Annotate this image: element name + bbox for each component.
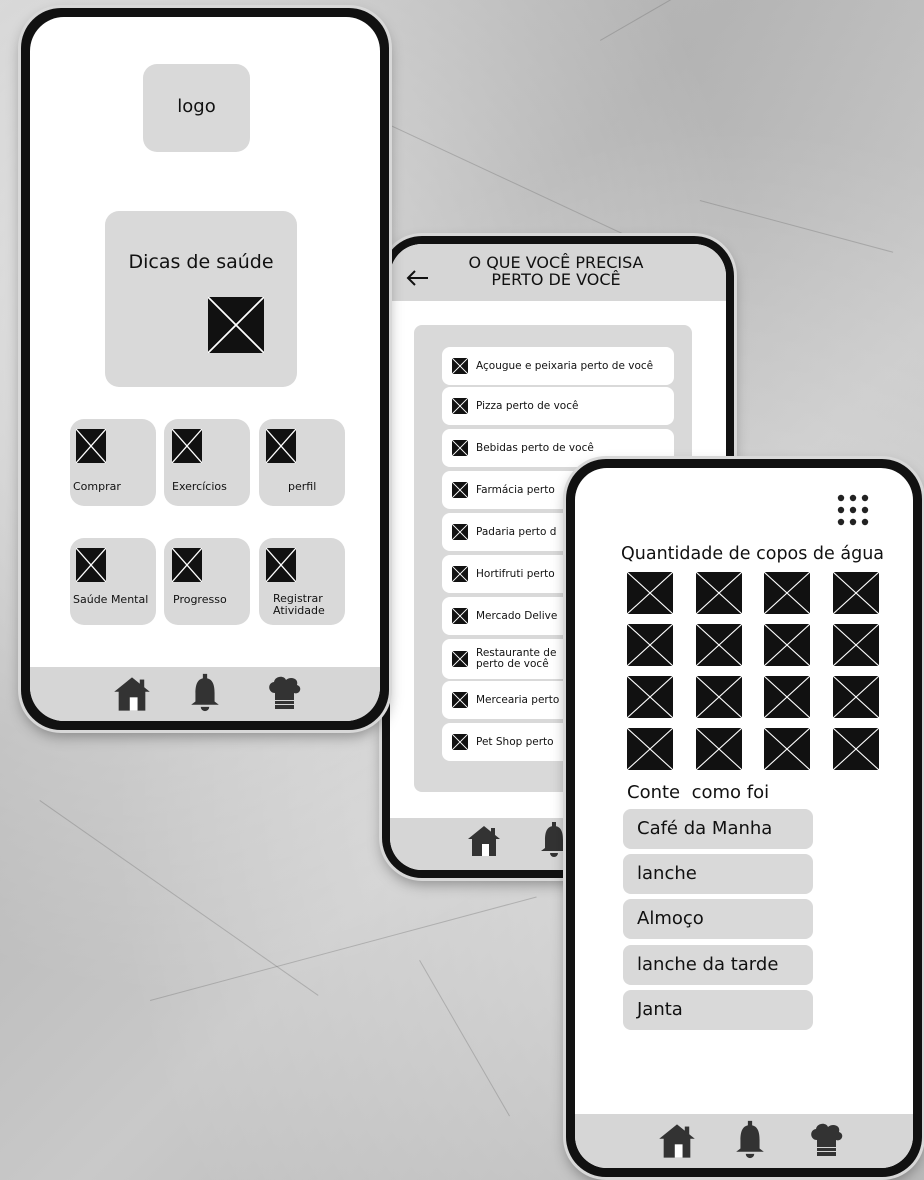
nearby-title: O QUE VOCÊ PRECISA PERTO DE VOCÊ bbox=[446, 254, 666, 288]
water-cup-icon[interactable] bbox=[627, 624, 673, 666]
bell-icon[interactable] bbox=[188, 673, 222, 713]
meal-button-lanche-tarde[interactable]: lanche da tarde bbox=[623, 945, 813, 985]
progress-placeholder-icon bbox=[172, 548, 202, 582]
image-placeholder-icon bbox=[452, 608, 468, 624]
water-cup-icon[interactable] bbox=[832, 676, 879, 718]
water-cup-icon[interactable] bbox=[695, 572, 742, 614]
meal-button-lanche[interactable]: lanche bbox=[623, 854, 813, 894]
image-placeholder-icon bbox=[452, 566, 468, 582]
tips-card-title: Dicas de saúde bbox=[128, 251, 274, 273]
list-item-label: Hortifruti perto bbox=[476, 567, 555, 580]
water-cup-icon[interactable] bbox=[764, 624, 810, 666]
water-screen: Quantidade de copos de água Conte como f… bbox=[575, 468, 913, 1168]
image-placeholder-icon bbox=[452, 440, 468, 456]
image-placeholder-icon bbox=[452, 734, 468, 750]
image-placeholder-icon bbox=[452, 692, 468, 708]
bell-icon[interactable] bbox=[733, 1120, 767, 1160]
list-item-label: Farmácia perto bbox=[476, 483, 555, 496]
image-placeholder-icon bbox=[452, 398, 468, 414]
tile-label: Registrar Atividade bbox=[273, 592, 325, 617]
tile-perfil[interactable]: perfil bbox=[259, 419, 345, 506]
tile-label: Comprar bbox=[73, 480, 121, 493]
tile-label: Progresso bbox=[173, 593, 227, 606]
bottom-nav bbox=[575, 1114, 913, 1168]
mental-health-placeholder-icon bbox=[76, 548, 106, 582]
water-cup-icon[interactable] bbox=[764, 676, 810, 718]
home-icon[interactable] bbox=[466, 824, 502, 858]
bottom-nav bbox=[30, 667, 380, 721]
home-screen: logo Dicas de saúde Comprar Exercícios p… bbox=[30, 17, 380, 721]
list-item[interactable]: Pizza perto de você bbox=[442, 387, 674, 425]
home-icon[interactable] bbox=[112, 675, 152, 713]
tile-saude-mental[interactable]: Saúde Mental bbox=[70, 538, 156, 625]
meal-button-almoco[interactable]: Almoço bbox=[623, 899, 813, 939]
image-placeholder-icon bbox=[208, 297, 264, 353]
tips-card[interactable]: Dicas de saúde bbox=[105, 211, 297, 387]
activity-placeholder-icon bbox=[266, 548, 296, 582]
profile-placeholder-icon bbox=[266, 429, 296, 463]
back-icon[interactable] bbox=[404, 268, 430, 288]
water-cup-icon[interactable] bbox=[695, 676, 742, 718]
chef-hat-icon[interactable] bbox=[807, 1122, 845, 1158]
image-placeholder-icon bbox=[452, 358, 468, 374]
tile-registrar-atividade[interactable]: Registrar Atividade bbox=[259, 538, 345, 625]
meals-title: Conte como foi bbox=[627, 782, 770, 803]
water-cup-icon[interactable] bbox=[695, 624, 742, 666]
water-cup-icon[interactable] bbox=[832, 728, 879, 770]
list-item-label: Mercado Delive bbox=[476, 609, 558, 622]
image-placeholder-icon bbox=[452, 651, 468, 667]
water-cup-icon[interactable] bbox=[764, 728, 810, 770]
tile-exercicios[interactable]: Exercícios bbox=[164, 419, 250, 506]
list-item-label: Mercearia perto bbox=[476, 693, 560, 706]
water-cup-icon[interactable] bbox=[832, 624, 879, 666]
water-cup-icon[interactable] bbox=[832, 572, 879, 614]
list-item-label: Pet Shop perto bbox=[476, 735, 554, 748]
home-icon[interactable] bbox=[657, 1122, 697, 1160]
meal-button-cafe[interactable]: Café da Manha bbox=[623, 809, 813, 849]
nearby-title-line2: PERTO DE VOCÊ bbox=[491, 270, 621, 289]
water-cup-icon[interactable] bbox=[695, 728, 742, 770]
list-item[interactable]: Açougue e peixaria perto de você bbox=[442, 347, 674, 385]
list-item-label: Pizza perto de você bbox=[476, 399, 579, 412]
tile-label: Exercícios bbox=[172, 480, 227, 493]
list-item-label: Restaurante de perto de você bbox=[476, 647, 557, 670]
image-placeholder-icon bbox=[452, 482, 468, 498]
meal-button-janta[interactable]: Janta bbox=[623, 990, 813, 1030]
phone-water: Quantidade de copos de água Conte como f… bbox=[566, 459, 922, 1177]
logo-placeholder: logo bbox=[143, 64, 250, 152]
water-cup-icon[interactable] bbox=[627, 676, 673, 718]
phone-home: logo Dicas de saúde Comprar Exercícios p… bbox=[21, 8, 389, 730]
tile-progresso[interactable]: Progresso bbox=[164, 538, 250, 625]
tile-label: perfil bbox=[288, 480, 317, 493]
list-item-label: Bebidas perto de você bbox=[476, 441, 594, 454]
chef-hat-icon[interactable] bbox=[265, 675, 303, 711]
tile-label: Saúde Mental bbox=[73, 593, 149, 606]
grid-dots-icon[interactable] bbox=[835, 492, 871, 528]
water-title: Quantidade de copos de água bbox=[621, 544, 885, 564]
water-cup-icon[interactable] bbox=[764, 572, 810, 614]
cart-placeholder-icon bbox=[76, 429, 106, 463]
exercise-placeholder-icon bbox=[172, 429, 202, 463]
tile-comprar[interactable]: Comprar bbox=[70, 419, 156, 506]
water-cup-icon[interactable] bbox=[627, 572, 673, 614]
nearby-title-line1: O QUE VOCÊ PRECISA bbox=[468, 253, 644, 272]
water-cup-icon[interactable] bbox=[627, 728, 673, 770]
list-item-label: Padaria perto d bbox=[476, 525, 557, 538]
list-item-label: Açougue e peixaria perto de você bbox=[476, 359, 654, 372]
image-placeholder-icon bbox=[452, 524, 468, 540]
logo-text: logo bbox=[177, 96, 216, 117]
